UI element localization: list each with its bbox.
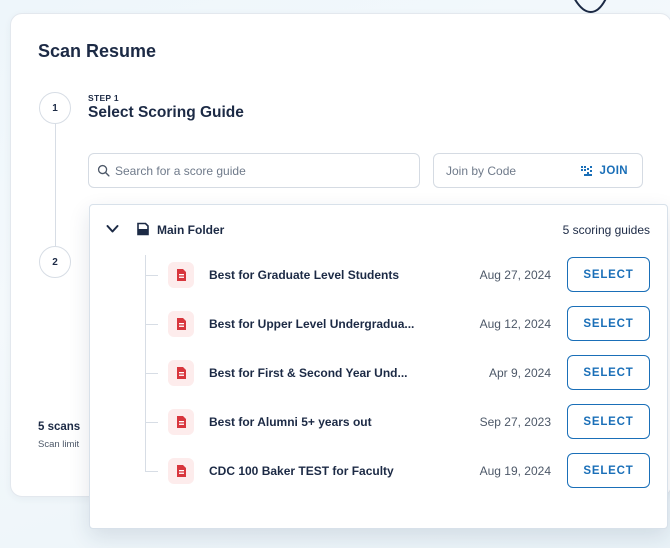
folder-icon — [137, 222, 149, 236]
guide-date: Aug 19, 2024 — [479, 464, 551, 478]
document-icon — [168, 262, 194, 288]
folder-row-main[interactable]: Main Folder 5 scoring guides — [90, 205, 667, 255]
scoring-guide-dropdown: Main Folder 5 scoring guides Best for Gr… — [89, 204, 668, 529]
document-icon — [168, 409, 194, 435]
guide-name: Best for First & Second Year Und... — [209, 366, 408, 380]
tree-branch — [145, 471, 158, 472]
guide-date: Apr 9, 2024 — [488, 366, 551, 380]
select-button[interactable]: SELECT — [567, 453, 650, 488]
page-title: Scan Resume — [38, 41, 157, 61]
step-timeline — [55, 124, 56, 246]
select-button[interactable]: SELECT — [567, 306, 650, 341]
guide-name: Best for Graduate Level Students — [209, 268, 400, 282]
document-icon — [168, 360, 194, 386]
step-1-title: Select Scoring Guide — [88, 104, 244, 121]
tree-branch — [145, 422, 158, 423]
search-field[interactable] — [88, 153, 420, 188]
join-code-input[interactable] — [446, 163, 546, 178]
chevron-down-icon[interactable] — [106, 224, 119, 234]
list-item: CDC 100 Baker TEST for Faculty Aug 19, 2… — [90, 451, 667, 491]
search-icon — [97, 164, 110, 177]
step-1-indicator: 1 — [39, 92, 71, 124]
join-button[interactable]: JOIN — [580, 165, 628, 177]
guide-date: Sep 27, 2023 — [479, 415, 551, 429]
scan-usage-limit: Scan limit — [38, 439, 80, 450]
select-button[interactable]: SELECT — [567, 355, 650, 390]
step-2-indicator: 2 — [39, 246, 71, 278]
search-input[interactable] — [115, 163, 405, 178]
tree-branch — [145, 275, 158, 276]
step-1-kicker: STEP 1 — [88, 93, 119, 103]
list-item: Best for Graduate Level Students Aug 27,… — [90, 255, 667, 295]
list-item: Best for First & Second Year Und... Apr … — [90, 353, 667, 393]
scan-usage-count: 5 scans — [38, 421, 81, 433]
guide-date: Aug 27, 2024 — [479, 268, 551, 282]
list-item: Best for Alumni 5+ years out Sep 27, 202… — [90, 402, 667, 442]
folder-guide-count: 5 scoring guides — [562, 223, 650, 237]
guide-name: CDC 100 Baker TEST for Faculty — [209, 464, 394, 478]
guide-name: Best for Upper Level Undergradua... — [209, 317, 415, 331]
join-button-label: JOIN — [599, 164, 628, 177]
list-item: Best for Upper Level Undergradua... Aug … — [90, 304, 667, 344]
tree-branch — [145, 324, 158, 325]
folder-name: Main Folder — [157, 223, 225, 237]
qr-code-icon — [580, 165, 592, 176]
guide-date: Aug 12, 2024 — [479, 317, 551, 331]
document-icon — [168, 311, 194, 337]
select-button[interactable]: SELECT — [567, 257, 650, 292]
select-button[interactable]: SELECT — [567, 404, 650, 439]
tree-branch — [145, 373, 158, 374]
document-icon — [168, 458, 194, 484]
guide-name: Best for Alumni 5+ years out — [209, 415, 372, 429]
join-by-code-field[interactable]: JOIN — [433, 153, 643, 188]
